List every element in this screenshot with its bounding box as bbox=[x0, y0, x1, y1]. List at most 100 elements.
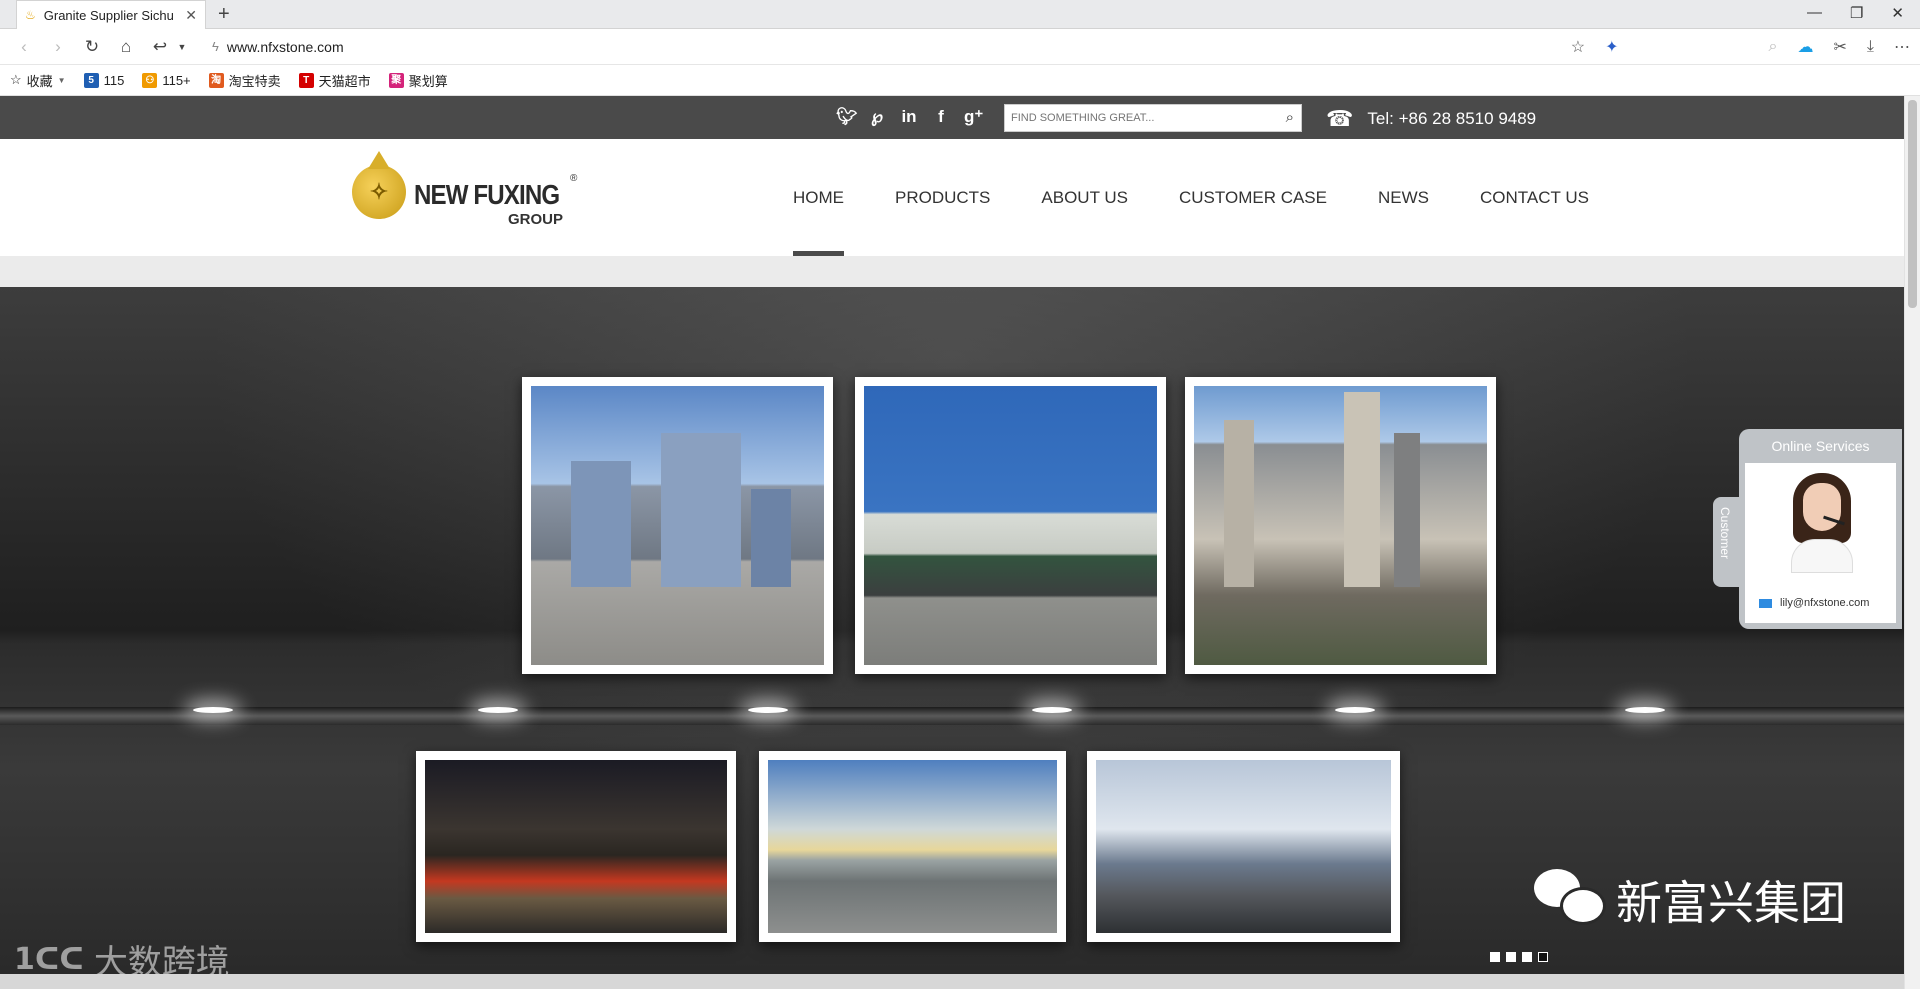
chevron-down-icon: ▼ bbox=[57, 75, 66, 85]
envelope-icon bbox=[1759, 598, 1772, 608]
bookmark-label: 115 bbox=[103, 72, 125, 88]
cloud-icon[interactable]: ☁ bbox=[1798, 37, 1814, 57]
toolbar-right: ☆ ✦ ⌕ ☁ ✂ ⤓ ⋯ bbox=[1571, 37, 1910, 57]
search-icon[interactable]: ⌕ bbox=[1286, 109, 1294, 126]
city-panorama-image bbox=[1096, 760, 1391, 933]
new-tab-button[interactable]: + bbox=[218, 3, 230, 25]
scrollbar-thumb[interactable] bbox=[1908, 100, 1917, 308]
slider-dot-active[interactable] bbox=[1538, 952, 1548, 962]
railway-station-image bbox=[864, 386, 1157, 665]
watermark-logo-icon: 1ᑕᑕ bbox=[14, 942, 84, 974]
support-email-text: lily@nfxstone.com bbox=[1780, 597, 1870, 609]
paw-icon[interactable]: ✦ bbox=[1605, 37, 1618, 57]
pinterest-icon[interactable]: ℘ bbox=[868, 107, 886, 127]
company-logo[interactable]: ✧ NEW FUXING ® GROUP bbox=[352, 151, 584, 231]
history-dropdown-icon[interactable]: ▼ bbox=[172, 42, 192, 52]
header-divider-strip bbox=[0, 256, 1904, 287]
support-agent-avatar bbox=[1789, 469, 1855, 573]
case-photo-overpass-night[interactable] bbox=[416, 751, 736, 942]
spotlight bbox=[1335, 707, 1375, 713]
customer-tab[interactable]: Customer bbox=[1713, 497, 1739, 587]
nav-about-us[interactable]: ABOUT US bbox=[1041, 139, 1128, 256]
scissors-icon[interactable]: ✂ bbox=[1834, 37, 1847, 57]
bookmark-taobao[interactable]: 淘 淘宝特卖 bbox=[208, 71, 281, 90]
online-services-body: lily@nfxstone.com bbox=[1745, 463, 1896, 623]
restore-icon[interactable]: ❐ bbox=[1850, 4, 1863, 22]
watermark: 1ᑕᑕ 大数跨境 bbox=[14, 935, 230, 974]
close-tab-icon[interactable]: ✕ bbox=[185, 7, 197, 24]
support-email[interactable]: lily@nfxstone.com bbox=[1759, 597, 1869, 609]
reload-icon[interactable]: ↻ bbox=[82, 37, 102, 57]
bookmark-taobao-icon: 淘 bbox=[208, 72, 224, 88]
nav-customer-case[interactable]: CUSTOMER CASE bbox=[1179, 139, 1327, 256]
main-nav: HOME PRODUCTS ABOUT US CUSTOMER CASE NEW… bbox=[793, 139, 1640, 256]
shelf-divider bbox=[0, 707, 1904, 725]
case-photo-office-towers[interactable] bbox=[522, 377, 833, 674]
minimize-icon[interactable]: — bbox=[1807, 4, 1822, 22]
back-icon[interactable]: ‹ bbox=[14, 37, 34, 57]
telephone: ☎ Tel: +86 28 8510 9489 bbox=[1326, 106, 1536, 132]
undo-close-icon[interactable]: ↩ bbox=[150, 37, 170, 57]
case-photo-city-panorama[interactable] bbox=[1087, 751, 1400, 942]
bookmark-tmall[interactable]: T 天猫超市 bbox=[298, 71, 371, 90]
url-field[interactable]: ϟ www.nfxstone.com bbox=[212, 39, 344, 55]
linkedin-icon[interactable]: in bbox=[900, 107, 918, 127]
site-top-strip: 🐦︎ ℘ in f g⁺ ⌕ ☎ Tel: +86 28 8510 9489 bbox=[0, 96, 1904, 139]
twitter-icon[interactable]: 🐦︎ bbox=[836, 107, 858, 127]
flame-favicon-icon: ♨ bbox=[25, 8, 36, 22]
wechat-icon bbox=[1534, 869, 1606, 931]
nav-contact-us[interactable]: CONTACT US bbox=[1480, 139, 1589, 256]
search-icon[interactable]: ⌕ bbox=[1769, 38, 1778, 56]
nav-news[interactable]: NEWS bbox=[1378, 139, 1429, 256]
slider-dot[interactable] bbox=[1506, 952, 1516, 962]
google-plus-icon[interactable]: g⁺ bbox=[964, 107, 983, 127]
bookmark-favorites[interactable]: ☆ 收藏 ▼ bbox=[10, 71, 66, 90]
browser-tab-bar: ♨ Granite Supplier Sichu ✕ + — ❐ ✕ bbox=[0, 0, 1920, 29]
bookmark-115plus[interactable]: ⚇ 115+ bbox=[142, 72, 191, 88]
wechat-brand: 新富兴集团 bbox=[1534, 867, 1846, 933]
spotlight bbox=[748, 707, 788, 713]
browser-tab[interactable]: ♨ Granite Supplier Sichu ✕ bbox=[16, 0, 206, 29]
airport-terminal-image bbox=[768, 760, 1057, 933]
bookmark-label: 聚划算 bbox=[408, 73, 448, 89]
more-icon[interactable]: ⋯ bbox=[1894, 37, 1910, 57]
case-photo-city-skyline[interactable] bbox=[1185, 377, 1496, 674]
case-photo-railway-station[interactable] bbox=[855, 377, 1166, 674]
page-bottom-strip bbox=[0, 974, 1904, 989]
bookmark-115plus-icon: ⚇ bbox=[142, 72, 158, 88]
wechat-brand-text: 新富兴集团 bbox=[1616, 876, 1846, 930]
nav-products[interactable]: PRODUCTS bbox=[895, 139, 990, 256]
online-services-panel: Online Services lily@nfxstone.com bbox=[1739, 429, 1902, 629]
address-bar: ‹ › ↻ ⌂ ↩ ▼ ϟ www.nfxstone.com ☆ ✦ ⌕ ☁ ✂… bbox=[0, 29, 1920, 65]
office-towers-image bbox=[531, 386, 824, 665]
nav-home[interactable]: HOME bbox=[793, 139, 844, 256]
forward-icon[interactable]: › bbox=[48, 37, 68, 57]
download-icon[interactable]: ⤓ bbox=[1867, 38, 1874, 56]
watermark-text: 大数跨境 bbox=[93, 943, 230, 974]
telephone-text: Tel: +86 28 8510 9489 bbox=[1367, 109, 1537, 128]
bookmark-tmall-icon: T bbox=[298, 72, 314, 88]
site-header: ✧ NEW FUXING ® GROUP HOME PRODUCTS ABOUT… bbox=[0, 139, 1904, 256]
phone-icon: ☎ bbox=[1326, 106, 1354, 131]
close-window-icon[interactable]: ✕ bbox=[1891, 4, 1904, 22]
facebook-icon[interactable]: f bbox=[932, 107, 950, 127]
slider-pagination bbox=[1490, 952, 1548, 962]
site-search-input[interactable] bbox=[1005, 105, 1265, 131]
spotlight bbox=[193, 707, 233, 713]
customer-tab-label: Customer bbox=[1718, 507, 1732, 560]
star-icon[interactable]: ☆ bbox=[1571, 37, 1585, 57]
spotlight bbox=[478, 707, 518, 713]
page-scrollbar[interactable] bbox=[1904, 96, 1920, 989]
slider-dot[interactable] bbox=[1522, 952, 1532, 962]
bookmark-juhuasuan[interactable]: 聚 聚划算 bbox=[388, 71, 448, 90]
home-icon[interactable]: ⌂ bbox=[116, 37, 136, 57]
bookmark-label: 淘宝特卖 bbox=[228, 73, 281, 89]
tab-title: Granite Supplier Sichu bbox=[43, 7, 174, 23]
social-links: 🐦︎ ℘ in f g⁺ bbox=[836, 107, 983, 127]
overpass-night-image bbox=[425, 760, 727, 933]
bookmark-115[interactable]: 5 115 bbox=[83, 72, 125, 88]
spotlight bbox=[1032, 707, 1072, 713]
crown-logo-icon: ✧ bbox=[352, 151, 406, 219]
slider-dot[interactable] bbox=[1490, 952, 1500, 962]
case-photo-airport-terminal[interactable] bbox=[759, 751, 1066, 942]
